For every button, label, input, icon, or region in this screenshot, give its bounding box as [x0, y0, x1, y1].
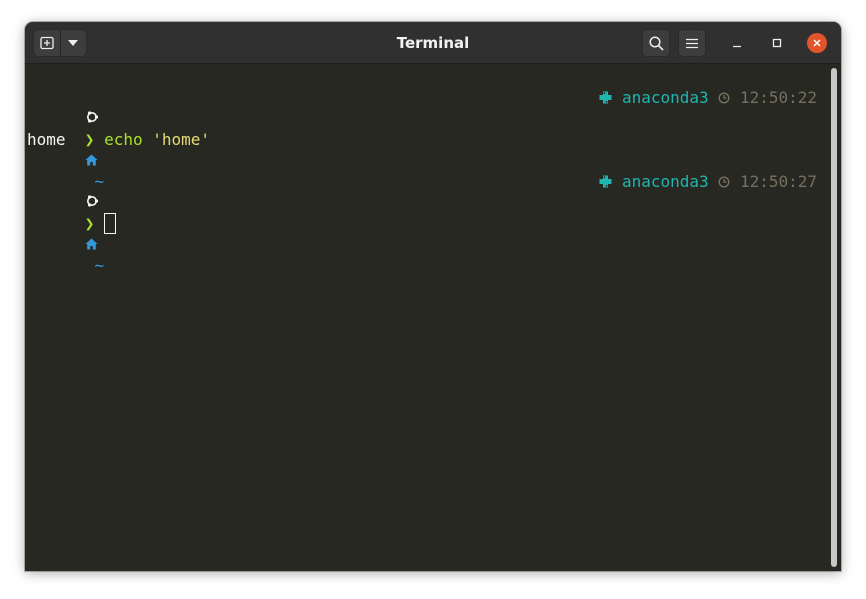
- hamburger-menu-icon: [686, 38, 698, 48]
- command-argument: 'home': [152, 130, 211, 149]
- maximize-button[interactable]: [767, 33, 787, 53]
- minimize-icon: [733, 45, 741, 48]
- search-button[interactable]: [642, 29, 670, 57]
- header-bar: Terminal: [25, 22, 841, 64]
- active-command-line[interactable]: ❯: [27, 192, 117, 234]
- text-cursor: [104, 213, 117, 234]
- home-icon: [85, 238, 98, 250]
- close-button[interactable]: [807, 33, 827, 53]
- prompt-time: 12:50:22: [739, 88, 817, 107]
- search-icon: [648, 35, 664, 51]
- minimize-button[interactable]: [727, 33, 747, 53]
- python-icon: [599, 175, 612, 188]
- tab-button-group: [33, 29, 87, 57]
- clock-icon: [718, 175, 730, 188]
- home-icon: [85, 154, 98, 166]
- scrollbar[interactable]: [831, 68, 837, 567]
- prompt-status-right: anaconda3 12:50:27: [599, 171, 817, 192]
- terminal-content[interactable]: ~ anaconda3 12:50:22 ❯ echo 'home' home …: [25, 64, 827, 571]
- command-name: echo: [104, 130, 143, 149]
- close-icon: [813, 39, 821, 47]
- current-directory: ~: [94, 256, 105, 275]
- tab-menu-button[interactable]: [59, 30, 86, 56]
- python-icon: [599, 91, 612, 104]
- clock-icon: [718, 91, 730, 104]
- new-tab-icon: [40, 36, 54, 50]
- prompt-time: 12:50:27: [739, 172, 817, 191]
- menu-button[interactable]: [678, 29, 706, 57]
- command-line: ❯ echo 'home': [27, 108, 210, 149]
- prompt-char: ❯: [84, 130, 95, 149]
- window-title: Terminal: [396, 34, 470, 52]
- command-output: home: [27, 130, 66, 149]
- new-tab-button[interactable]: [34, 30, 60, 56]
- prompt-status-right: anaconda3 12:50:22: [599, 87, 817, 108]
- chevron-down-icon: [68, 40, 79, 46]
- terminal-window: Terminal ~ anaconda3 12:50:22 ❯ echo 'ho…: [25, 22, 841, 571]
- prompt-char: ❯: [84, 214, 95, 233]
- conda-env: anaconda3: [621, 88, 709, 107]
- conda-env: anaconda3: [621, 172, 709, 191]
- maximize-icon: [772, 38, 782, 48]
- prompt-header-line: ~: [27, 171, 104, 275]
- prompt-header-line: ~: [27, 87, 104, 191]
